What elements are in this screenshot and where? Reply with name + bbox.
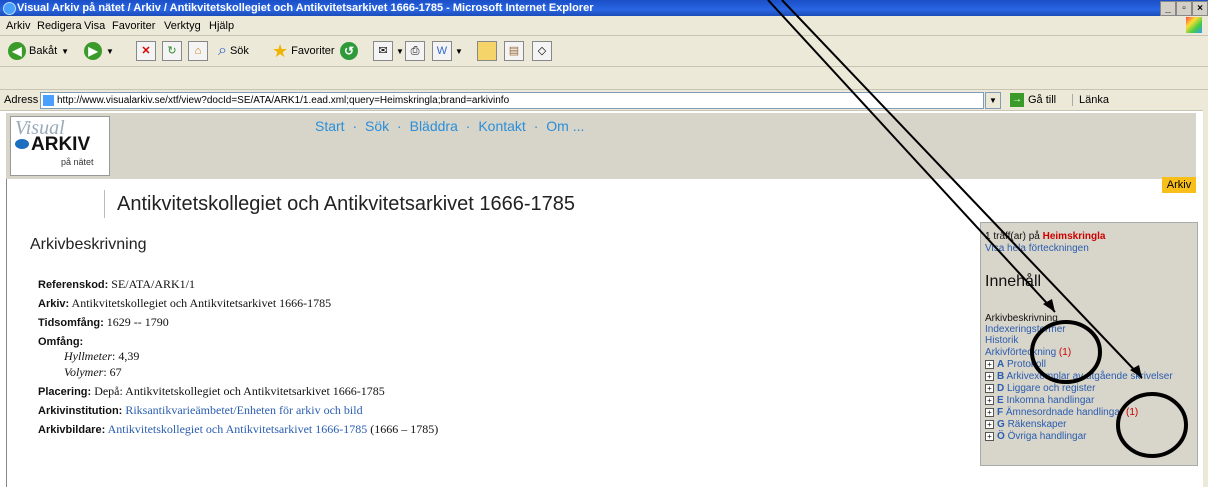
annotation-arrow [781, 0, 1143, 379]
annotation-circle [1030, 320, 1102, 384]
annotation-circle [1116, 392, 1188, 458]
annotation-arrow [767, 0, 1056, 313]
annotation-overlay [767, 0, 1188, 458]
